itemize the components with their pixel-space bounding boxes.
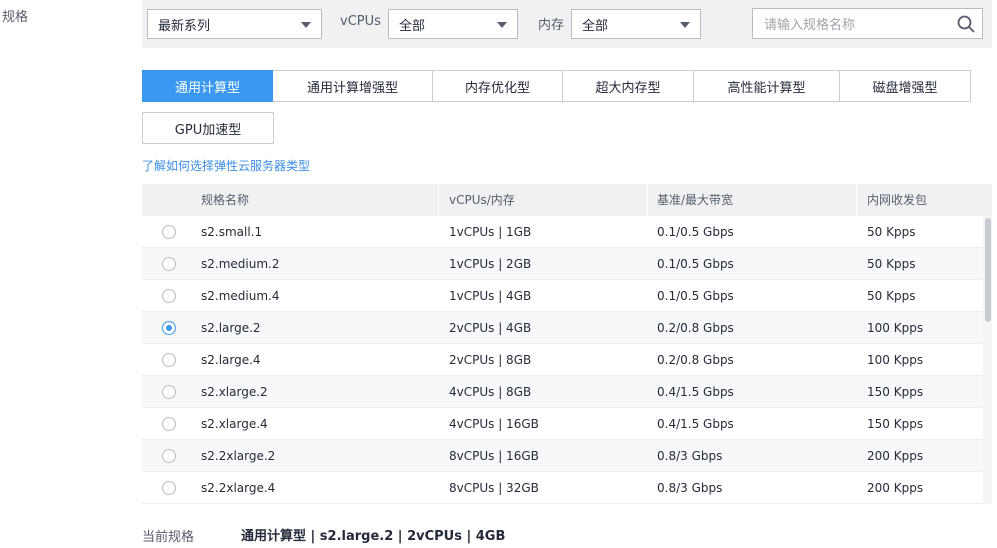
table-row[interactable]: s2.2xlarge.4 8vCPUs | 32GB 0.8/3 Gbps 20… (142, 472, 992, 504)
current-spec-label: 当前规格 (142, 530, 195, 545)
table-scrollbar-thumb[interactable] (985, 218, 991, 322)
tab-gpu-accelerated[interactable]: GPU加速型 (142, 112, 274, 144)
table-row[interactable]: s2.small.1 1vCPUs | 1GB 0.1/0.5 Gbps 50 … (142, 216, 992, 248)
cell-cpu-memory: 1vCPUs | 4GB (449, 289, 532, 303)
cell-bandwidth: 0.4/1.5 Gbps (657, 417, 734, 431)
flavor-type-tabs: 通用计算型 通用计算增强型 内存优化型 超大内存型 高性能计算型 磁盘增强型 (142, 70, 971, 102)
cell-bandwidth: 0.2/0.8 Gbps (657, 353, 734, 367)
current-spec-value: 通用计算型 | s2.large.2 | 2vCPUs | 4GB (241, 529, 506, 544)
chevron-down-icon (680, 22, 690, 28)
vcpu-select-value: 全部 (399, 18, 426, 34)
row-radio[interactable] (162, 289, 176, 303)
cell-bandwidth: 0.1/0.5 Gbps (657, 257, 734, 271)
cell-pps: 100 Kpps (867, 321, 924, 335)
cell-cpu-memory: 1vCPUs | 2GB (449, 257, 532, 271)
cell-bandwidth: 0.1/0.5 Gbps (657, 225, 734, 239)
search-icon[interactable] (957, 15, 975, 33)
flavor-table: 规格名称 vCPUs/内存 基准/最大带宽 内网收发包 s2.small.1 1… (142, 184, 992, 504)
tab-general-compute-enhanced[interactable]: 通用计算增强型 (273, 70, 433, 102)
table-row[interactable]: s2.medium.4 1vCPUs | 4GB 0.1/0.5 Gbps 50… (142, 280, 992, 312)
cell-bandwidth: 0.4/1.5 Gbps (657, 385, 734, 399)
column-header-pps: 内网收发包 (867, 193, 928, 207)
memory-select[interactable]: 全部 (571, 9, 701, 39)
chevron-down-icon (301, 22, 311, 28)
table-row[interactable]: s2.2xlarge.2 8vCPUs | 16GB 0.8/3 Gbps 20… (142, 440, 992, 472)
table-row[interactable]: s2.medium.2 1vCPUs | 2GB 0.1/0.5 Gbps 50… (142, 248, 992, 280)
cell-cpu-memory: 4vCPUs | 16GB (449, 417, 539, 431)
cell-pps: 100 Kpps (867, 353, 924, 367)
tab-general-compute[interactable]: 通用计算型 (142, 70, 273, 102)
table-body: s2.small.1 1vCPUs | 1GB 0.1/0.5 Gbps 50 … (142, 216, 992, 504)
cell-name: s2.large.2 (201, 321, 261, 335)
filter-bar: 最新系列 vCPUs 全部 内存 全部 (142, 0, 992, 48)
tab-large-memory[interactable]: 超大内存型 (563, 70, 694, 102)
table-row[interactable]: s2.large.4 2vCPUs | 8GB 0.2/0.8 Gbps 100… (142, 344, 992, 376)
tab-disk-enhanced[interactable]: 磁盘增强型 (840, 70, 971, 102)
cell-pps: 50 Kpps (867, 225, 916, 239)
row-radio[interactable] (162, 417, 176, 431)
cell-cpu-memory: 8vCPUs | 32GB (449, 481, 539, 495)
row-radio[interactable] (162, 449, 176, 463)
vcpu-label: vCPUs (340, 14, 381, 29)
cell-bandwidth: 0.8/3 Gbps (657, 481, 723, 495)
table-header: 规格名称 vCPUs/内存 基准/最大带宽 内网收发包 (142, 184, 992, 216)
section-label: 规格 (2, 10, 29, 25)
cell-name: s2.2xlarge.4 (201, 481, 276, 495)
search-box (752, 8, 983, 39)
row-radio[interactable] (162, 385, 176, 399)
row-radio-selected[interactable] (162, 321, 176, 335)
cell-name: s2.large.4 (201, 353, 261, 367)
row-radio[interactable] (162, 481, 176, 495)
series-select[interactable]: 最新系列 (147, 9, 322, 39)
cell-pps: 150 Kpps (867, 417, 924, 431)
column-header-bandwidth: 基准/最大带宽 (657, 193, 734, 207)
column-divider (856, 184, 857, 216)
search-input[interactable] (762, 15, 956, 35)
cell-pps: 150 Kpps (867, 385, 924, 399)
tab-high-performance-compute[interactable]: 高性能计算型 (694, 70, 840, 102)
cell-name: s2.medium.2 (201, 257, 280, 271)
series-select-value: 最新系列 (158, 18, 211, 34)
memory-label: 内存 (538, 18, 565, 33)
help-link[interactable]: 了解如何选择弹性云服务器类型 (142, 157, 310, 174)
column-divider (647, 184, 648, 216)
table-row[interactable]: s2.xlarge.2 4vCPUs | 8GB 0.4/1.5 Gbps 15… (142, 376, 992, 408)
cell-cpu-memory: 2vCPUs | 4GB (449, 321, 532, 335)
column-divider (438, 184, 439, 216)
column-header-cpu-memory: vCPUs/内存 (449, 193, 515, 207)
cell-name: s2.xlarge.2 (201, 385, 268, 399)
row-radio[interactable] (162, 225, 176, 239)
cell-bandwidth: 0.1/0.5 Gbps (657, 289, 734, 303)
cell-name: s2.xlarge.4 (201, 417, 268, 431)
cell-name: s2.medium.4 (201, 289, 280, 303)
row-radio[interactable] (162, 257, 176, 271)
cell-pps: 50 Kpps (867, 289, 916, 303)
row-radio[interactable] (162, 353, 176, 367)
memory-select-value: 全部 (582, 18, 609, 34)
tab-memory-optimized[interactable]: 内存优化型 (433, 70, 563, 102)
cell-cpu-memory: 8vCPUs | 16GB (449, 449, 539, 463)
cell-pps: 200 Kpps (867, 449, 924, 463)
cell-name: s2.small.1 (201, 225, 263, 239)
cell-bandwidth: 0.2/0.8 Gbps (657, 321, 734, 335)
cell-bandwidth: 0.8/3 Gbps (657, 449, 723, 463)
cell-name: s2.2xlarge.2 (201, 449, 276, 463)
cell-pps: 50 Kpps (867, 257, 916, 271)
table-row[interactable]: s2.large.2 2vCPUs | 4GB 0.2/0.8 Gbps 100… (142, 312, 992, 344)
column-header-name: 规格名称 (201, 193, 250, 207)
cell-pps: 200 Kpps (867, 481, 924, 495)
vcpu-select[interactable]: 全部 (388, 9, 518, 39)
cell-cpu-memory: 1vCPUs | 1GB (449, 225, 532, 239)
cell-cpu-memory: 2vCPUs | 8GB (449, 353, 532, 367)
table-row[interactable]: s2.xlarge.4 4vCPUs | 16GB 0.4/1.5 Gbps 1… (142, 408, 992, 440)
chevron-down-icon (497, 22, 507, 28)
cell-cpu-memory: 4vCPUs | 8GB (449, 385, 532, 399)
